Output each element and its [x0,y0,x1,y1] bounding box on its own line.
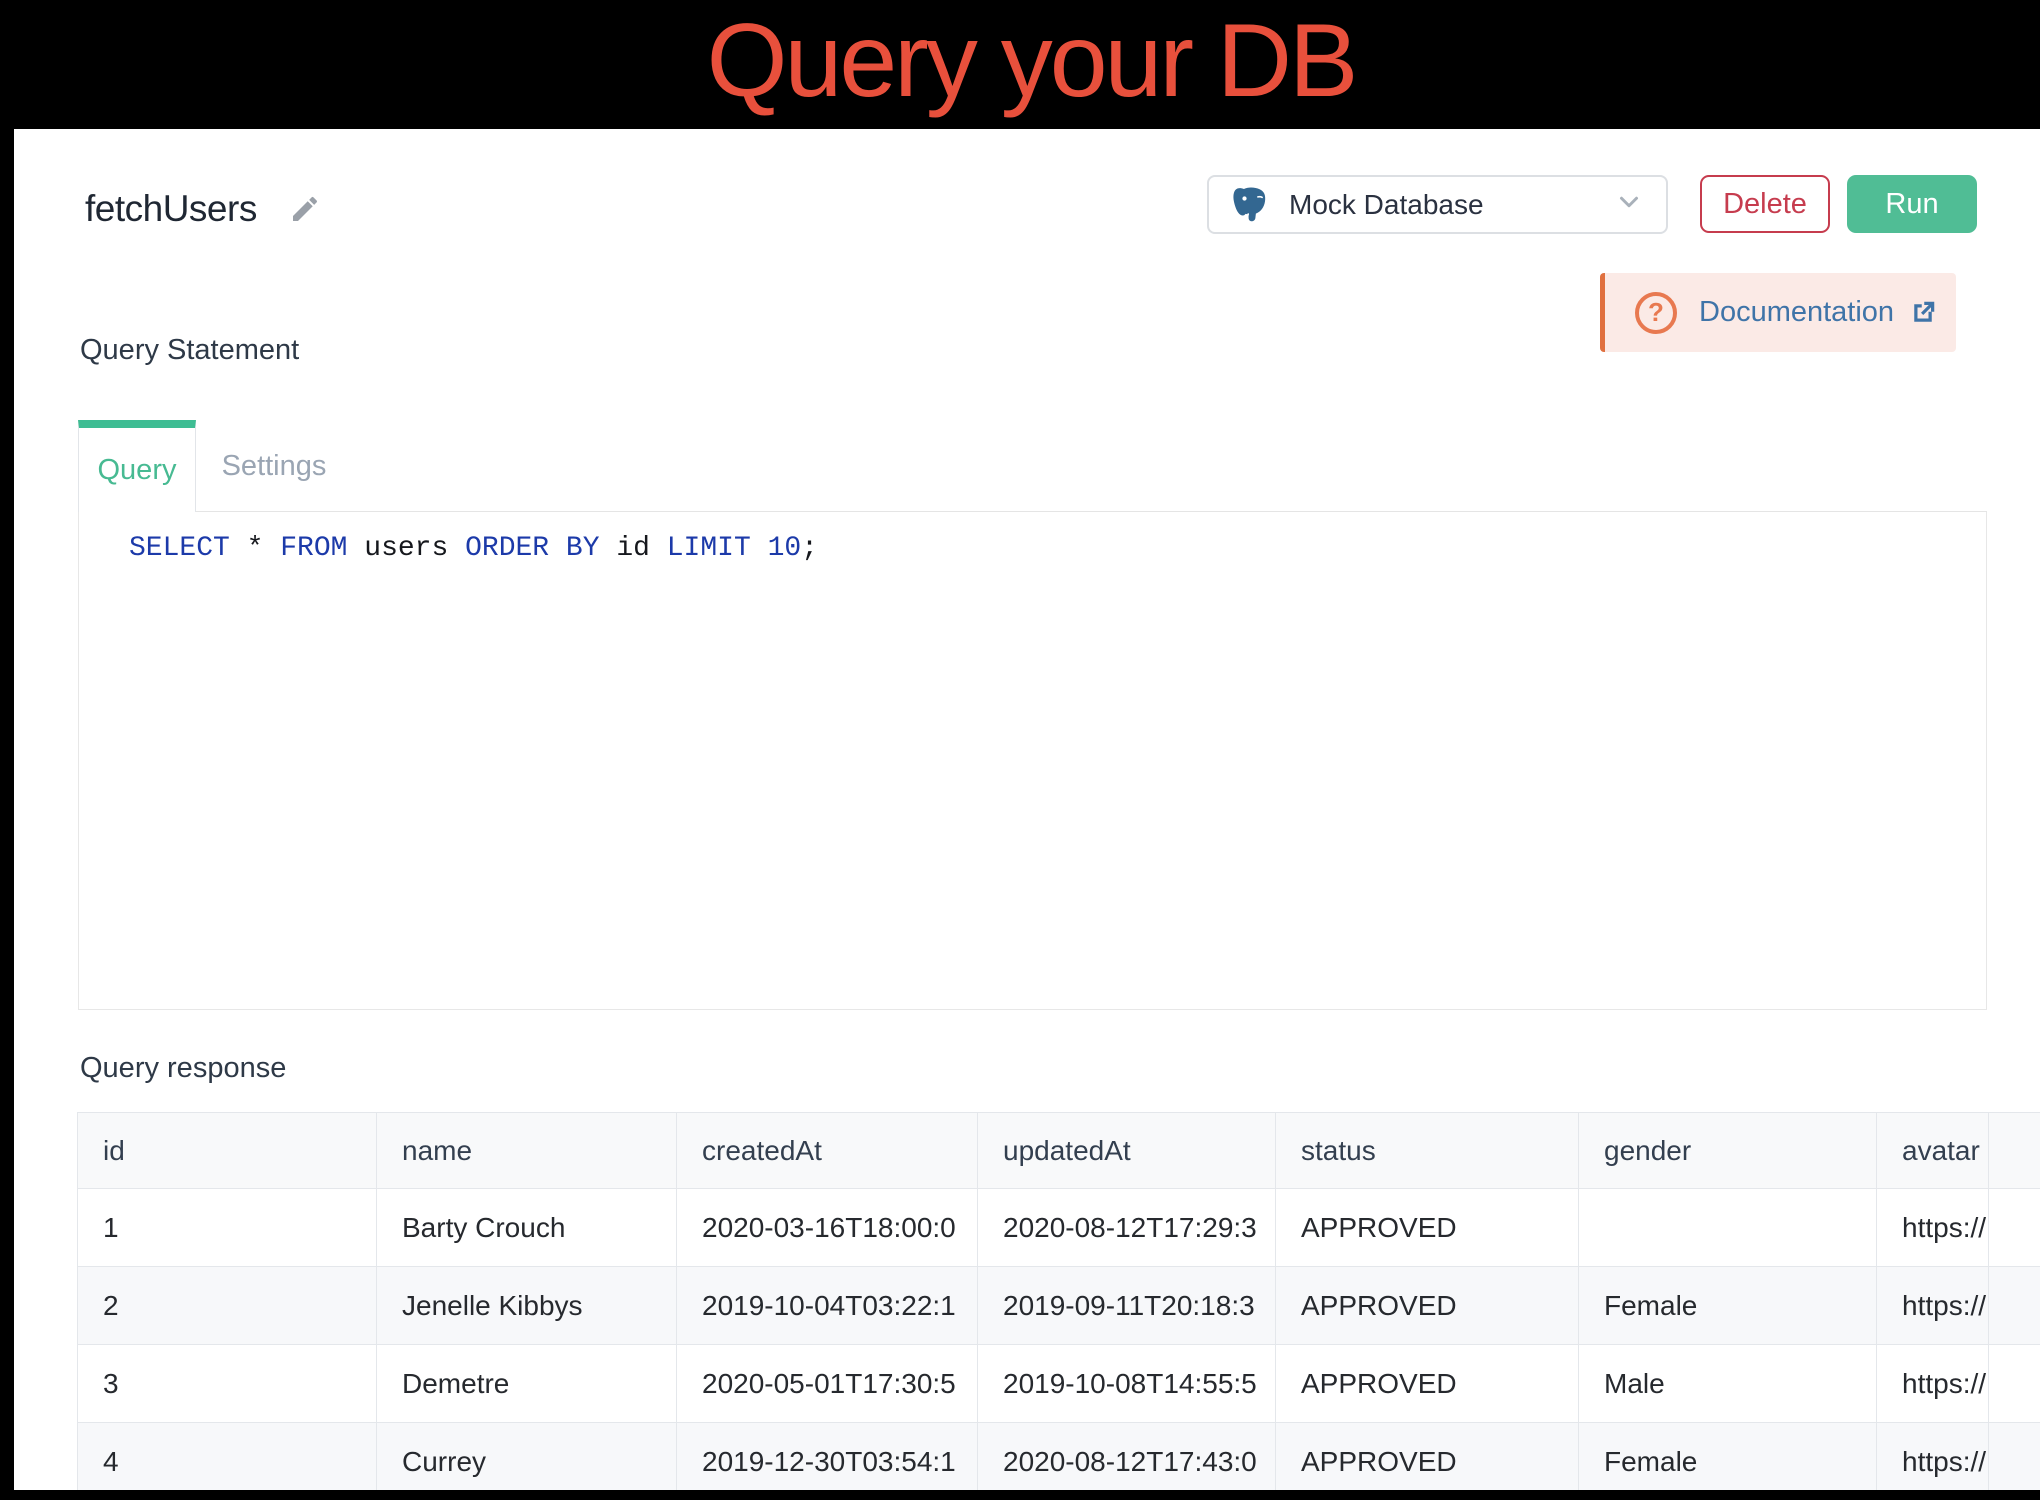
sql-token: FROM [280,533,347,564]
table-cell [1989,1189,2040,1267]
table-cell: https:// [1877,1189,1989,1267]
screenshot-root: Query your DB fetchUsers Mock Database [0,0,2040,1500]
table-cell: 2019-10-04T03:22:1 [677,1267,978,1345]
table-cell: 2019-09-11T20:18:3 [978,1267,1276,1345]
query-app-panel: fetchUsers Mock Database Delete Run [14,129,2040,1490]
table-cell: 3 [78,1345,377,1423]
table-header-row: idnamecreatedAtupdatedAtstatusgenderavat… [78,1113,2040,1189]
external-link-icon [1908,298,1938,328]
table-cell: Demetre [377,1345,677,1423]
postgresql-icon [1231,185,1271,225]
chevron-down-icon[interactable] [1614,187,1644,222]
table-cell: Male [1579,1345,1877,1423]
table-cell: 2020-03-16T18:00:0 [677,1189,978,1267]
banner-title: Query your DB [0,0,2040,122]
response-table: idnamecreatedAtupdatedAtstatusgenderavat… [77,1112,2040,1490]
table-cell: 2020-08-12T17:29:3 [978,1189,1276,1267]
response-table-container: idnamecreatedAtupdatedAtstatusgenderavat… [77,1112,2040,1490]
sql-editor[interactable]: SELECT * FROM users ORDER BY id LIMIT 10… [78,512,1987,1010]
sql-token: ORDER BY [465,533,599,564]
table-cell: 2020-05-01T17:30:5 [677,1345,978,1423]
documentation-callout: ? Documentation [1600,273,1956,352]
table-cell: https:// [1877,1423,1989,1491]
query-name: fetchUsers [85,188,257,230]
table-cell: 2019-10-08T14:55:5 [978,1345,1276,1423]
run-button[interactable]: Run [1847,175,1977,233]
table-cell: https:// [1877,1345,1989,1423]
table-header-cell: gender [1579,1113,1877,1189]
table-cell: 1 [78,1189,377,1267]
tab-bar: Query Settings [78,420,1987,512]
table-cell [1579,1189,1877,1267]
table-header-cell: avatar [1877,1113,1989,1189]
table-cell: 2019-12-30T03:54:1 [677,1423,978,1491]
table-cell: 2020-08-12T17:43:0 [978,1423,1276,1491]
table-header-cell: updatedAt [978,1113,1276,1189]
sql-token [751,533,768,564]
table-body: 1Barty Crouch2020-03-16T18:00:02020-08-1… [78,1189,2040,1491]
table-cell: https:// [1877,1267,1989,1345]
table-row: 1Barty Crouch2020-03-16T18:00:02020-08-1… [78,1189,2040,1267]
tab-settings[interactable]: Settings [196,420,352,512]
sql-token: users [347,533,465,564]
sql-token: SELECT [129,533,230,564]
documentation-label: Documentation [1699,296,1894,329]
database-selector-value: Mock Database [1289,189,1484,221]
table-cell: Barty Crouch [377,1189,677,1267]
table-header-cell: id [78,1113,377,1189]
help-circle-icon: ? [1635,292,1677,334]
sql-token: LIMIT [667,533,751,564]
table-cell: Currey [377,1423,677,1491]
table-cell [1989,1267,2040,1345]
sql-token: 10 [768,533,802,564]
sql-token: * [230,533,280,564]
table-cell: Female [1579,1267,1877,1345]
query-response-label: Query response [80,1052,286,1085]
sql-code-line: SELECT * FROM users ORDER BY id LIMIT 10… [129,528,1986,570]
top-banner: Query your DB [0,0,2040,129]
title-row: fetchUsers [85,179,321,239]
table-header-cell: name [377,1113,677,1189]
table-cell [1989,1423,2040,1491]
documentation-link[interactable]: Documentation [1699,296,1938,329]
table-cell: Female [1579,1423,1877,1491]
table-header-cell: status [1276,1113,1579,1189]
table-cell [1989,1345,2040,1423]
delete-button[interactable]: Delete [1700,175,1830,233]
table-cell: 4 [78,1423,377,1491]
edit-pencil-icon[interactable] [289,193,321,225]
table-header-cell [1989,1113,2040,1189]
table-row: 2Jenelle Kibbys2019-10-04T03:22:12019-09… [78,1267,2040,1345]
table-cell: 2 [78,1267,377,1345]
database-selector[interactable]: Mock Database [1207,175,1668,234]
tab-query[interactable]: Query [78,420,196,513]
table-row: 3Demetre2020-05-01T17:30:52019-10-08T14:… [78,1345,2040,1423]
sql-token: ; [801,533,818,564]
sql-token: id [600,533,667,564]
table-row: 4Currey2019-12-30T03:54:12020-08-12T17:4… [78,1423,2040,1491]
table-header-cell: createdAt [677,1113,978,1189]
query-statement-label: Query Statement [80,334,299,367]
table-cell: APPROVED [1276,1189,1579,1267]
table-cell: Jenelle Kibbys [377,1267,677,1345]
table-cell: APPROVED [1276,1267,1579,1345]
table-cell: APPROVED [1276,1345,1579,1423]
table-cell: APPROVED [1276,1423,1579,1491]
